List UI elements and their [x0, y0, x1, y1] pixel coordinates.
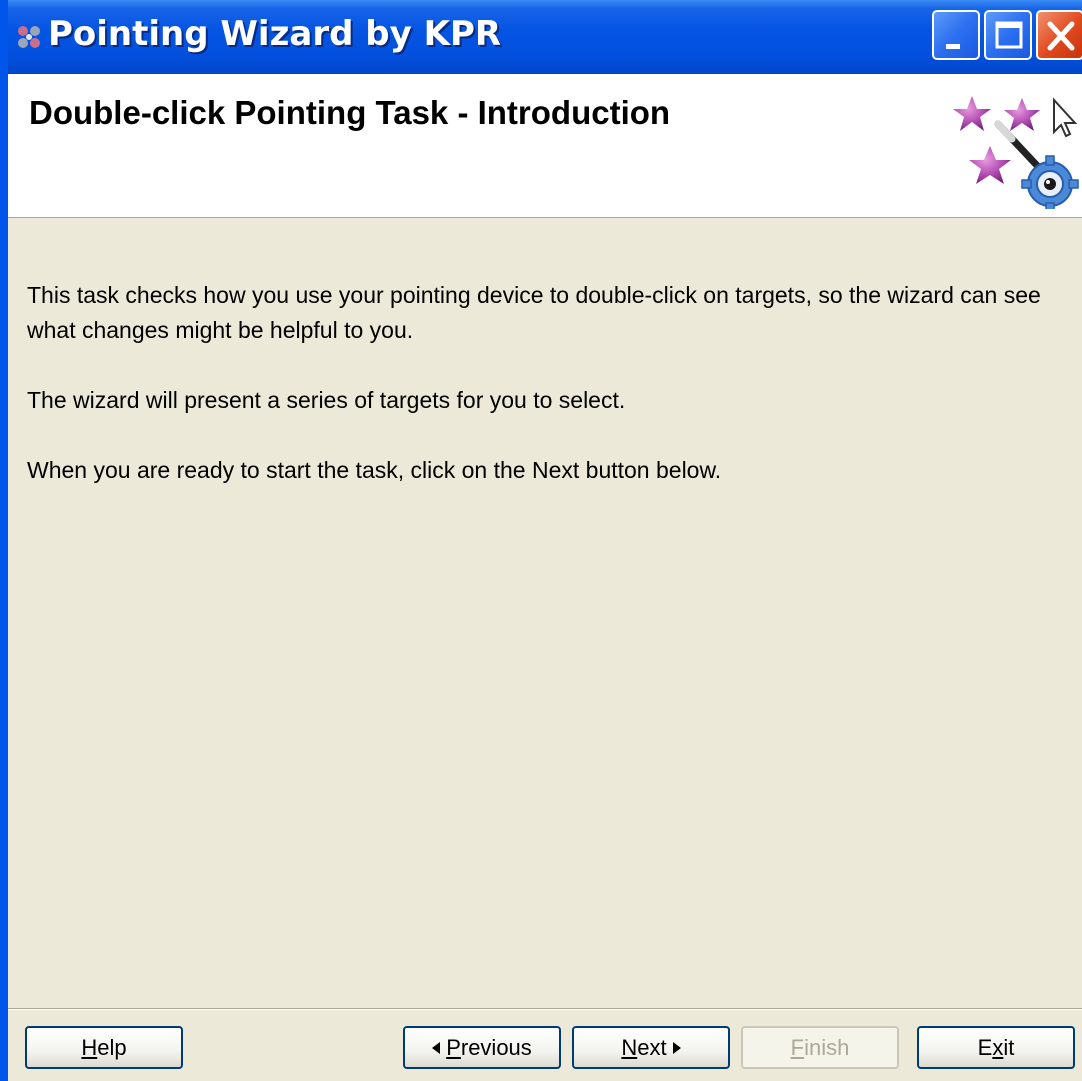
help-button-label: Help [81, 1034, 127, 1060]
window-title: Pointing Wizard by KPR [48, 14, 502, 54]
finish-button-label: Finish [790, 1034, 850, 1060]
next-button[interactable]: Next [572, 1026, 730, 1069]
wizard-wand-icon [953, 96, 1079, 209]
previous-button[interactable]: Previous [403, 1026, 561, 1069]
arrow-right-icon [672, 1041, 681, 1054]
next-button-label: Next [621, 1034, 667, 1060]
maximize-button[interactable] [984, 10, 1032, 60]
maximize-icon [995, 21, 1023, 49]
help-button[interactable]: Help [25, 1026, 183, 1069]
title-bar[interactable]: Pointing Wizard by KPR [8, 0, 1082, 74]
minimize-button[interactable] [932, 10, 980, 60]
minimize-icon [946, 44, 960, 49]
previous-button-label: Previous [446, 1034, 532, 1060]
close-button[interactable] [1036, 10, 1082, 60]
footer-divider [8, 1008, 1082, 1010]
close-icon [1047, 21, 1075, 51]
intro-paragraph: The wizard will present a series of targ… [27, 387, 626, 413]
exit-button[interactable]: Exit [917, 1026, 1075, 1069]
exit-button-label: Exit [977, 1034, 1015, 1060]
app-icon [18, 26, 40, 48]
page-title: Double-click Pointing Task - Introductio… [29, 94, 671, 131]
finish-button[interactable]: Finish [741, 1026, 899, 1069]
intro-text: This task checks how you use your pointi… [27, 278, 1082, 523]
wizard-window: Pointing Wizard by KPR Double-click Poin… [0, 0, 1082, 1081]
intro-paragraph: When you are ready to start the task, cl… [27, 457, 722, 483]
wizard-header: Double-click Pointing Task - Introductio… [8, 74, 1082, 218]
arrow-left-icon [432, 1041, 441, 1054]
intro-paragraph: This task checks how you use your pointi… [27, 282, 1041, 343]
